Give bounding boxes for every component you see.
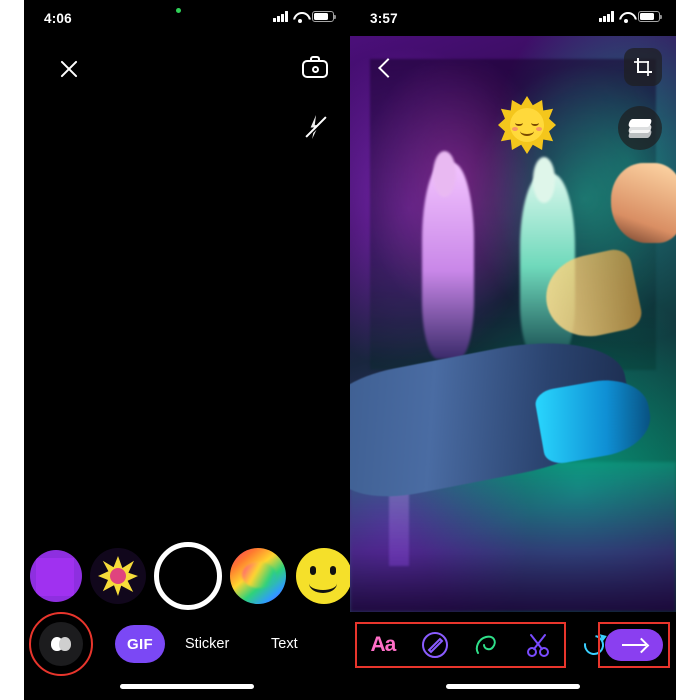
camera-flip-icon[interactable]: [302, 56, 328, 78]
send-button-highlight: [598, 622, 670, 668]
pen-tool[interactable]: [413, 627, 457, 663]
effects-carousel[interactable]: [24, 536, 350, 612]
left-phone-screen: 4:06 GIF Sticker Text: [24, 0, 350, 700]
rainbow-swirl-effect[interactable]: [230, 548, 286, 604]
close-icon[interactable]: [56, 56, 82, 82]
pen-icon: [421, 632, 448, 658]
sticker-tab[interactable]: Sticker: [185, 636, 229, 652]
back-icon[interactable]: [372, 54, 400, 82]
brush-icon: [476, 635, 497, 654]
wifi-icon: [619, 11, 633, 23]
smiley-effect[interactable]: [296, 548, 350, 604]
send-button[interactable]: [605, 629, 663, 661]
cellular-signal-icon: [273, 11, 288, 22]
effects-tab[interactable]: [39, 622, 83, 666]
recording-indicator-dot: [176, 8, 181, 13]
left-bottom-tabbar: GIF Sticker Text: [24, 612, 350, 676]
layers-icon: [627, 119, 653, 138]
right-phone-screen: 3:57 Aa: [350, 0, 676, 700]
battery-icon: [638, 11, 662, 22]
masks-icon: [51, 636, 71, 652]
layers-button[interactable]: [618, 106, 662, 150]
brush-tool[interactable]: [464, 627, 508, 663]
wifi-icon: [293, 11, 307, 23]
status-icons: [599, 11, 662, 23]
hand: [610, 162, 676, 244]
left-status-bar: 4:06: [24, 0, 350, 36]
screenshot-root: 4:06 GIF Sticker Text 3:57 Aa: [0, 0, 700, 700]
home-indicator[interactable]: [120, 684, 254, 689]
sun-sticker[interactable]: [498, 96, 556, 154]
flash-off-icon[interactable]: [304, 114, 327, 141]
text-tool[interactable]: Aa: [361, 627, 405, 663]
text-tool-label: Aa: [370, 633, 396, 656]
crop-icon: [634, 58, 652, 76]
crop-button[interactable]: [624, 48, 662, 86]
battery-icon: [312, 11, 336, 22]
scissors-icon: [527, 634, 550, 657]
purple-square-effect[interactable]: [30, 550, 82, 602]
text-tab[interactable]: Text: [271, 636, 298, 652]
cellular-signal-icon: [599, 11, 614, 22]
home-indicator[interactable]: [446, 684, 580, 689]
scissors-tool[interactable]: [516, 627, 560, 663]
shutter-button[interactable]: [154, 542, 222, 610]
status-time: 3:57: [370, 11, 398, 26]
edit-toolbar: Aa: [355, 622, 566, 668]
send-arrow-icon: [622, 644, 646, 646]
status-icons: [273, 11, 336, 23]
gif-tab[interactable]: GIF: [115, 625, 165, 663]
star-burst-effect[interactable]: [90, 548, 146, 604]
right-status-bar: 3:57: [350, 0, 676, 36]
status-time: 4:06: [44, 11, 72, 26]
